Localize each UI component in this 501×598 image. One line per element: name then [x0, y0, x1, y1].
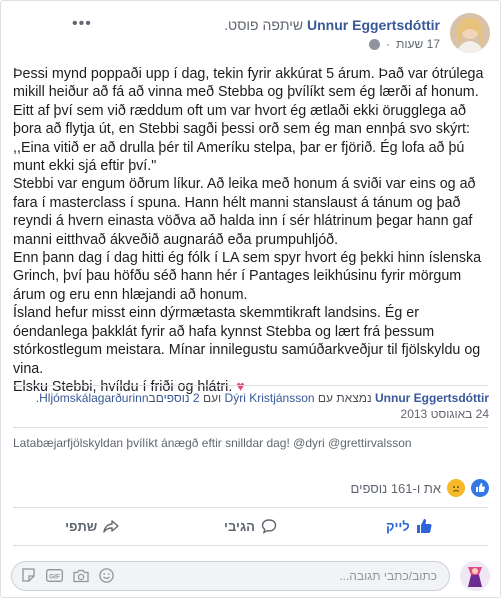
comment-placeholder: כתוב/כתבי תגובה...	[339, 569, 437, 583]
post-card: Unnur Eggertsdóttir שיתפה פוסט. 17 שעות …	[0, 0, 501, 598]
comment-icon	[261, 519, 277, 534]
author-name[interactable]: Unnur Eggertsdóttir	[307, 17, 440, 33]
share-label: שתפי	[65, 518, 98, 534]
comment-input[interactable]: כתוב/כתבי תגובה... GIF	[11, 561, 450, 591]
comment-tools: GIF	[20, 567, 115, 584]
sticker-icon[interactable]	[20, 567, 37, 584]
tagged-person[interactable]: Dýri Kristjánsson	[225, 391, 315, 405]
location-prefix: ב	[148, 391, 156, 405]
more-icon[interactable]: •••	[72, 15, 92, 33]
post-header: Unnur Eggertsdóttir שיתפה פוסט. 17 שעות …	[70, 13, 490, 57]
post-actions: לייק הגיבי שתפי	[13, 511, 488, 541]
actions-top-divider	[13, 507, 488, 508]
shared-tag-line: Unnur Eggertsdóttir נמצאת עם Dýri Kristj…	[35, 391, 489, 405]
post-time[interactable]: 17 שעות	[396, 37, 440, 51]
reactions-count[interactable]: את ו-161 נוספים	[351, 481, 441, 496]
like-button[interactable]: לייק	[330, 511, 488, 541]
gif-icon[interactable]: GIF	[46, 567, 63, 584]
post-meta: 17 שעות ·	[369, 37, 440, 51]
post-paragraph: Stebbi var engum öðrum líkur. Að leika m…	[13, 176, 476, 248]
tagged-and: ועם	[202, 391, 222, 405]
comment-button[interactable]: הגיבי	[171, 511, 329, 541]
actions-bottom-divider	[13, 545, 488, 546]
shared-date[interactable]: 24 באוגוסט 2013	[401, 407, 489, 421]
post-paragraph: Eitt af því sem við ræddum oft um var hv…	[13, 102, 470, 175]
post-paragraph: Ísland hefur misst einn dýrmætasta skemm…	[13, 305, 481, 377]
post-action-text: שיתפה פוסט.	[224, 17, 304, 33]
comment-label: הגיבי	[224, 518, 255, 534]
post-text: Þessi mynd poppaði upp í dag, tekin fyri…	[13, 65, 491, 396]
viewer-avatar[interactable]	[460, 561, 490, 591]
shared-author[interactable]: Unnur Eggertsdóttir	[375, 391, 489, 405]
shared-divider	[13, 385, 488, 386]
share-button[interactable]: שתפי	[13, 511, 171, 541]
like-label: לייק	[385, 518, 410, 534]
caption-divider	[13, 427, 488, 428]
location-link[interactable]: Hljómskálagarðurinn	[39, 391, 148, 405]
post-author-line: Unnur Eggertsdóttir שיתפה פוסט.	[224, 17, 440, 33]
camera-icon[interactable]	[72, 567, 89, 584]
thumbs-up-icon	[416, 519, 432, 533]
like-reaction-icon	[471, 479, 489, 497]
svg-text:GIF: GIF	[49, 573, 60, 580]
post-paragraph: Þessi mynd poppaði upp í dag, tekin fyri…	[13, 66, 484, 101]
author-avatar[interactable]	[450, 13, 490, 53]
tagged-prefix: נמצאת עם	[317, 391, 372, 405]
post-paragraph: Enn þann dag í dag hitti ég fólk í LA se…	[13, 250, 482, 303]
shared-caption: Latabæjarfjölskyldan þvílíkt ánægð eftir…	[13, 436, 412, 450]
tagged-others[interactable]: 2 נוספים	[156, 391, 200, 405]
emoji-icon[interactable]	[98, 567, 115, 584]
reactions-summary[interactable]: את ו-161 נוספים	[351, 479, 489, 497]
sad-reaction-icon	[447, 479, 465, 497]
globe-icon[interactable]	[369, 38, 381, 50]
comment-composer: כתוב/כתבי תגובה... GIF	[11, 559, 490, 593]
share-icon	[103, 520, 119, 533]
